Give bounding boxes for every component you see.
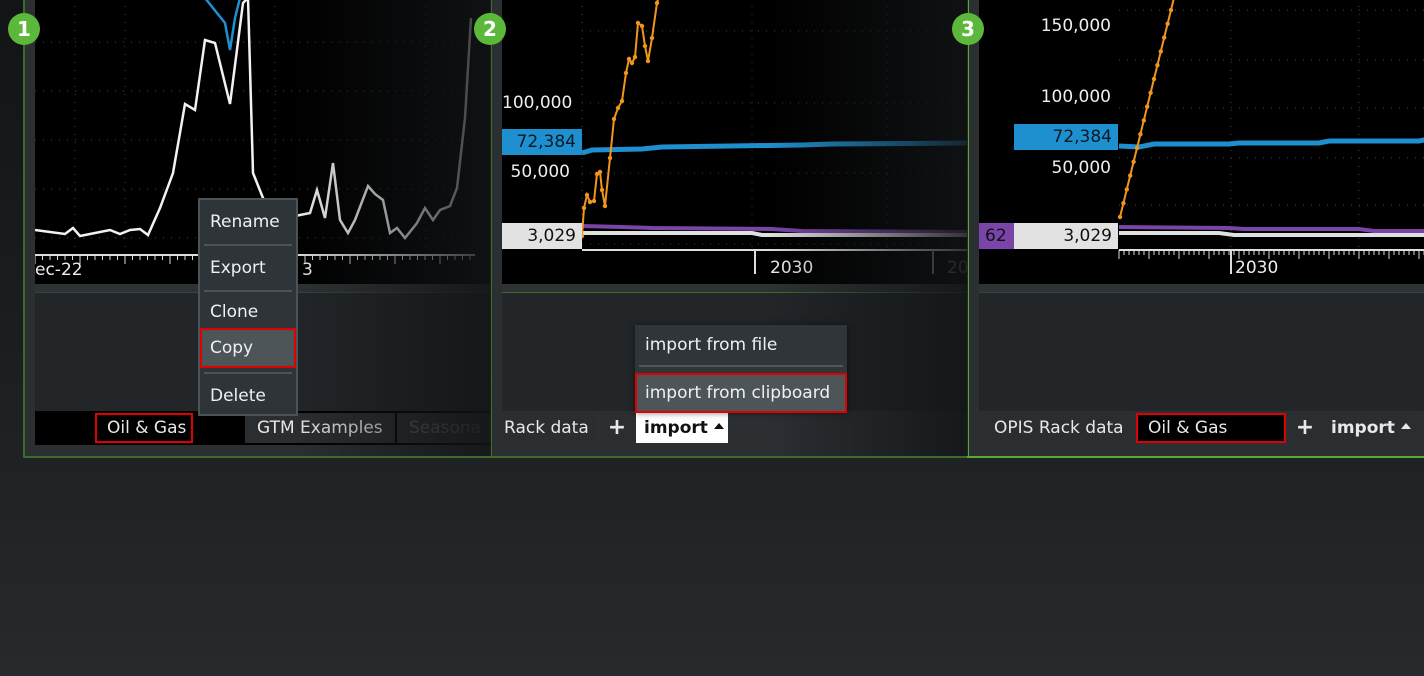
value-box-white: 3,029 [502, 223, 582, 249]
import-label: import [1331, 418, 1395, 438]
menu-item-delete[interactable]: Delete [200, 374, 296, 414]
series-point-orange [611, 116, 617, 122]
value-box-blue: 72,384 [1014, 124, 1118, 150]
menu-item-clone[interactable]: Clone [200, 292, 296, 328]
x-axis-label: ec-22 [35, 260, 83, 280]
series-line-purple [1118, 225, 1424, 233]
y-axis-label: 100,000 [1040, 87, 1111, 107]
import-dropdown-button[interactable]: import [636, 413, 728, 443]
series-point-orange [581, 205, 587, 211]
tab-context-menu: Rename Export Clone Copy Delete [198, 198, 298, 416]
chart-area: 100,000 50,000 72,384 3,029 2030 20 [502, 0, 968, 284]
tab-spacer [193, 413, 243, 443]
x-axis-label: 2030 [1235, 258, 1279, 278]
series-point-orange [607, 155, 613, 161]
series-point-orange [591, 198, 597, 204]
series-point-orange [1134, 145, 1140, 151]
value-box-white: 3,029 [1014, 223, 1118, 249]
menu-item-import-from-clipboard[interactable]: import from clipboard [635, 373, 847, 413]
series-point-orange [1158, 49, 1163, 54]
series-point-orange [623, 70, 629, 76]
series-point-orange [599, 187, 605, 193]
menu-item-import-from-file[interactable]: import from file [635, 325, 847, 365]
tab-bar: Rack data + import [502, 411, 968, 445]
series-line-blue [581, 140, 968, 156]
tab-opis-rack-data[interactable]: OPIS Rack data [984, 413, 1130, 443]
series-line-white [1119, 231, 1424, 237]
series-point-orange [1128, 173, 1133, 178]
series-point-orange [1155, 63, 1160, 68]
add-tab-button[interactable]: + [1289, 413, 1321, 443]
series-point-orange [1162, 35, 1167, 40]
import-menu: import from file import from clipboard [635, 325, 847, 413]
series-point-orange [642, 43, 648, 49]
lower-pane [979, 293, 1424, 411]
x-axis-label: 3 [302, 260, 313, 280]
x-axis-label: 2030 [770, 258, 814, 278]
tab-seasonal[interactable]: Seasona [397, 413, 491, 443]
add-tab-button[interactable]: + [600, 413, 634, 443]
series-point-orange [1168, 7, 1174, 13]
step-badge-1: 1 [8, 13, 40, 45]
menu-item-copy[interactable]: Copy [200, 328, 296, 368]
value-box-blue: 72,384 [502, 129, 582, 155]
x-axis-label: 20 [947, 258, 969, 278]
series-point-orange [1131, 159, 1136, 164]
series-point-orange [615, 105, 621, 111]
series-point-orange [602, 203, 608, 209]
caret-up-icon [713, 423, 724, 429]
y-axis-label: 100,000 [502, 93, 573, 113]
series-point-orange [639, 23, 645, 29]
series-line-white [582, 231, 968, 237]
series-point-orange [649, 35, 655, 41]
y-axis-label: 50,000 [510, 162, 570, 182]
import-label: import [644, 418, 708, 438]
step-badge-3: 3 [952, 13, 984, 45]
value-box-purple: 62 [979, 223, 1014, 249]
series-point-orange [645, 58, 651, 64]
series-point-orange [1145, 104, 1150, 109]
y-axis-label: 50,000 [1051, 158, 1111, 178]
series-point-orange [1121, 201, 1126, 206]
tab-oil-gas[interactable]: Oil & Gas [1136, 413, 1286, 443]
chart-area: 150,000 100,000 50,000 72,384 62 3,029 2… [979, 0, 1424, 284]
panel-step-3: 150,000 100,000 50,000 72,384 62 3,029 2… [967, 0, 1424, 458]
series-point-orange [629, 60, 635, 66]
series-point-orange [1124, 187, 1129, 192]
menu-item-rename[interactable]: Rename [200, 200, 296, 244]
tab-rack-data[interactable]: Rack data [502, 413, 596, 443]
series-point-orange [1151, 76, 1157, 82]
tab-gtm-examples[interactable]: GTM Examples [245, 413, 395, 443]
caret-up-icon [1400, 423, 1411, 429]
step-badge-2: 2 [474, 13, 506, 45]
series-point-orange [597, 169, 603, 175]
series-point-orange [654, 0, 660, 6]
import-dropdown-button[interactable]: import [1323, 413, 1419, 443]
series-point-orange [626, 56, 632, 62]
series-point-orange [584, 192, 590, 198]
menu-item-export[interactable]: Export [200, 246, 296, 290]
splitter[interactable] [979, 284, 1424, 293]
menu-divider [639, 365, 843, 367]
series-point-orange [1141, 118, 1146, 123]
tab-bar: Oil & Gas GTM Examples Seasona [35, 411, 491, 445]
tab-bar: OPIS Rack data Oil & Gas + import [979, 411, 1424, 445]
tab-oil-gas[interactable]: Oil & Gas [95, 413, 193, 443]
series-point-orange [635, 20, 641, 26]
series-point-orange [1165, 21, 1170, 26]
series-point-orange [1138, 132, 1143, 137]
series-line-blue [1118, 137, 1424, 150]
y-axis-label: 150,000 [1040, 16, 1111, 36]
series-point-orange [587, 199, 593, 205]
series-point-orange [1148, 90, 1153, 96]
series-point-orange [619, 98, 625, 104]
series-point-orange [1117, 214, 1123, 220]
series-point-orange [632, 54, 638, 60]
